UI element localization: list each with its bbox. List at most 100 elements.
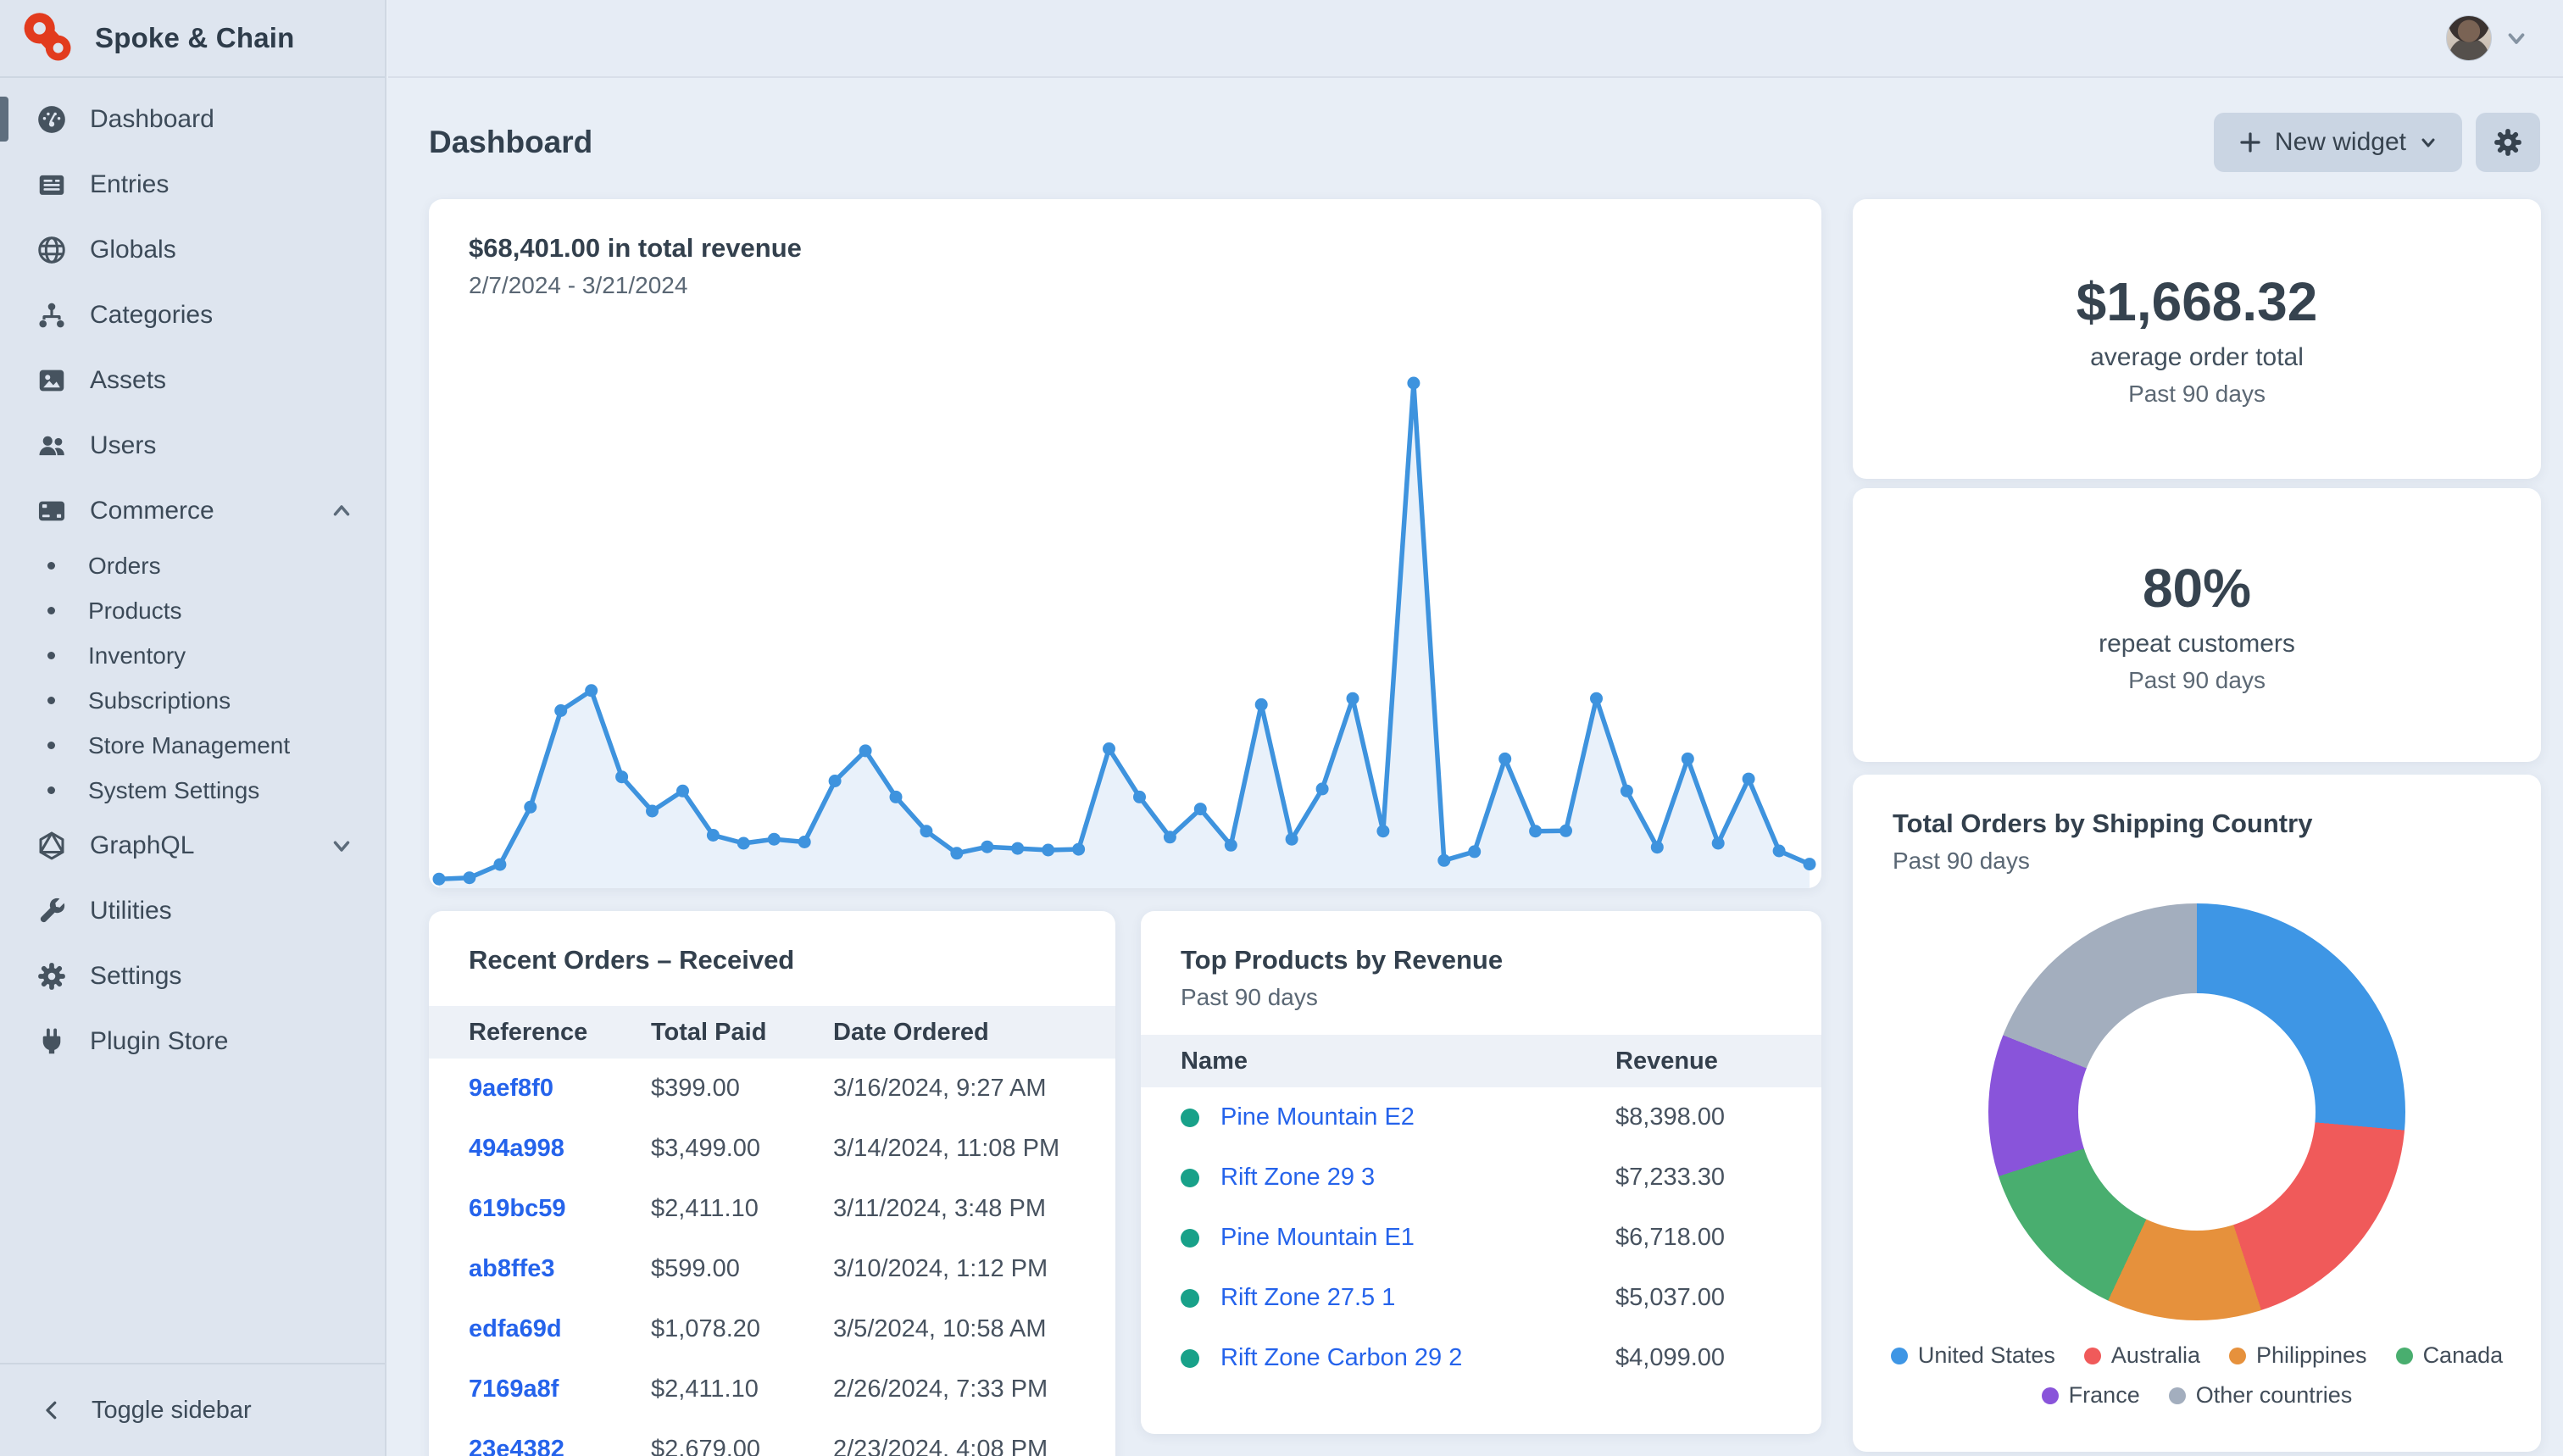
new-widget-label: New widget (2275, 128, 2406, 157)
user-menu-chevron-down-icon[interactable] (2504, 25, 2529, 51)
sidebar-item-utilities[interactable]: Utilities (0, 878, 385, 943)
sidebar-item-label: Assets (90, 366, 166, 395)
legend-item-united-states: United States (1891, 1342, 2055, 1369)
order-date-ordered: 3/5/2024, 10:58 AM (833, 1315, 1076, 1343)
page-title: Dashboard (429, 125, 592, 160)
sidebar-item-plugin-store[interactable]: Plugin Store (0, 1009, 385, 1074)
orders-by-country-widget: Total Orders by Shipping Country Past 90… (1853, 775, 2541, 1452)
sidebar-subitem-products[interactable]: Products (0, 588, 385, 633)
chevron-up-icon (329, 498, 354, 524)
sidebar-subitem-store-management[interactable]: Store Management (0, 723, 385, 768)
dashboard-settings-button[interactable] (2476, 113, 2540, 172)
bullet-icon (47, 607, 55, 614)
order-total-paid: $399.00 (651, 1075, 833, 1103)
legend-item-canada: Canada (2396, 1342, 2504, 1369)
order-reference-link[interactable]: 9aef8f0 (469, 1075, 553, 1102)
order-reference-link[interactable]: 619bc59 (469, 1195, 566, 1222)
sidebar-subitem-label: System Settings (88, 777, 259, 804)
bullet-icon (47, 562, 55, 570)
column-header-date-ordered: Date Ordered (833, 1019, 1076, 1047)
legend-dot-icon (2084, 1348, 2101, 1364)
product-name-link[interactable]: Rift Zone 27.5 1 (1220, 1284, 1395, 1312)
average-order-widget: $1,668.32 average order total Past 90 da… (1853, 199, 2541, 479)
topbar (388, 0, 2563, 78)
sidebar-item-settings[interactable]: Settings (0, 943, 385, 1009)
orders-by-country-title: Total Orders by Shipping Country (1893, 809, 2501, 839)
sidebar-item-commerce[interactable]: Commerce (0, 478, 385, 543)
sidebar-subitem-label: Inventory (88, 642, 186, 670)
graphql-icon (36, 830, 68, 862)
wrench-icon (36, 895, 68, 927)
order-date-ordered: 3/10/2024, 1:12 PM (833, 1255, 1076, 1283)
column-header-revenue: Revenue (1615, 1048, 1782, 1075)
average-order-label: average order total (2090, 343, 2304, 372)
product-row: Rift Zone 27.5 1$5,037.00 (1181, 1268, 1782, 1328)
plug-icon (36, 1025, 68, 1058)
recent-orders-table-header: Reference Total Paid Date Ordered (429, 1006, 1115, 1059)
sidebar-item-label: Users (90, 431, 156, 460)
new-widget-button[interactable]: New widget (2214, 113, 2462, 172)
sidebar-item-entries[interactable]: Entries (0, 152, 385, 217)
product-revenue: $8,398.00 (1615, 1103, 1782, 1131)
order-reference-link[interactable]: edfa69d (469, 1315, 562, 1342)
order-reference-link[interactable]: 7169a8f (469, 1375, 559, 1403)
recent-orders-table-body: 9aef8f0$399.003/16/2024, 9:27 AM494a998$… (429, 1059, 1115, 1456)
order-date-ordered: 2/23/2024, 4:08 PM (833, 1436, 1076, 1456)
user-avatar[interactable] (2446, 15, 2492, 61)
product-row: Rift Zone Carbon 29 2 $4,099.00 (1181, 1328, 1782, 1388)
sidebar-item-globals[interactable]: Globals (0, 217, 385, 282)
revenue-widget-title: $68,401.00 in total revenue (469, 233, 1782, 264)
order-row: ab8ffe3$599.003/10/2024, 1:12 PM (469, 1239, 1076, 1299)
sidebar-item-categories[interactable]: Categories (0, 282, 385, 347)
sidebar-subitem-orders[interactable]: Orders (0, 543, 385, 588)
product-name-link[interactable]: Rift Zone 29 3 (1220, 1164, 1375, 1192)
toggle-sidebar-button[interactable]: Toggle sidebar (0, 1363, 385, 1456)
sidebar: Spoke & Chain Dashboard Entries Globals Cat… (0, 0, 386, 1456)
main-content: Dashboard New widget $68 (388, 80, 2563, 1456)
order-reference-link[interactable]: ab8ffe3 (469, 1255, 555, 1282)
gear-icon (36, 960, 68, 992)
sidebar-item-users[interactable]: Users (0, 413, 385, 478)
order-total-paid: $2,679.00 (651, 1436, 833, 1456)
sitemap-icon (36, 299, 68, 331)
legend-dot-icon (2229, 1348, 2246, 1364)
sidebar-subitem-subscriptions[interactable]: Subscriptions (0, 678, 385, 723)
repeat-customers-period: Past 90 days (2128, 667, 2266, 694)
sidebar-nav: Dashboard Entries Globals Categories Assets U… (0, 78, 385, 1074)
order-reference-link[interactable]: 23e4382 (469, 1436, 564, 1456)
sidebar-item-graphql[interactable]: GraphQL (0, 813, 385, 878)
toggle-sidebar-label: Toggle sidebar (92, 1397, 252, 1425)
product-name-link[interactable]: Rift Zone Carbon 29 2 (1220, 1344, 1462, 1372)
legend-label: Canada (2423, 1342, 2504, 1369)
legend-label: United States (1918, 1342, 2055, 1369)
donut-legend: United StatesAustraliaPhilippinesCanadaF… (1853, 1342, 2541, 1409)
order-total-paid: $3,499.00 (651, 1135, 833, 1163)
column-header-total-paid: Total Paid (651, 1019, 833, 1047)
order-date-ordered: 3/11/2024, 3:48 PM (833, 1195, 1076, 1223)
product-name-link[interactable]: Pine Mountain E1 (1220, 1224, 1415, 1252)
product-revenue: $4,099.00 (1615, 1344, 1782, 1372)
sidebar-item-assets[interactable]: Assets (0, 347, 385, 413)
sidebar-item-dashboard[interactable]: Dashboard (0, 86, 385, 152)
legend-dot-icon (2396, 1348, 2413, 1364)
top-products-table-header: Name Revenue (1141, 1035, 1821, 1087)
legend-label: Australia (2111, 1342, 2200, 1369)
order-date-ordered: 3/14/2024, 11:08 PM (833, 1135, 1076, 1163)
legend-row: United StatesAustraliaPhilippinesCanada (1891, 1342, 2503, 1369)
legend-row: FranceOther countries (2042, 1382, 2353, 1409)
bullet-icon (47, 697, 55, 704)
sidebar-subitem-inventory[interactable]: Inventory (0, 633, 385, 678)
revenue-widget-date-range: 2/7/2024 - 3/21/2024 (469, 272, 1782, 299)
shipping-country-donut-chart (1988, 903, 2405, 1320)
sidebar-item-label: Entries (90, 170, 169, 199)
sidebar-header: Spoke & Chain (0, 0, 385, 78)
order-row: 7169a8f$2,411.102/26/2024, 7:33 PM (469, 1359, 1076, 1420)
order-reference-link[interactable]: 494a998 (469, 1135, 564, 1162)
sidebar-item-label: Globals (90, 236, 176, 264)
sidebar-item-label: Utilities (90, 897, 172, 925)
sidebar-subitem-system-settings[interactable]: System Settings (0, 768, 385, 813)
product-name-link[interactable]: Pine Mountain E2 (1220, 1103, 1415, 1131)
order-row: edfa69d$1,078.203/5/2024, 10:58 AM (469, 1299, 1076, 1359)
globe-icon (36, 234, 68, 266)
legend-item-france: France (2042, 1382, 2140, 1409)
